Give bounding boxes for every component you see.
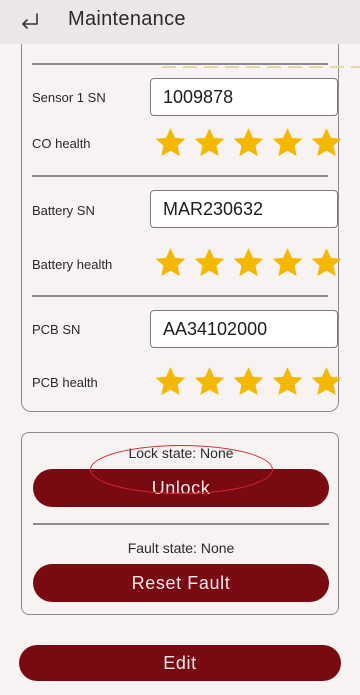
app-header: Maintenance [0, 0, 360, 44]
divider [33, 523, 329, 525]
star-icon [155, 128, 186, 157]
reset-fault-button[interactable]: Reset Fault [33, 564, 329, 602]
star-icon [233, 367, 264, 396]
battery-health-rating [154, 246, 343, 279]
page-title: Maintenance [68, 8, 186, 30]
battery-health-label: Battery health [32, 257, 113, 272]
battery-sn-label: Battery SN [32, 203, 95, 218]
divider [32, 175, 328, 177]
sensor1-sn-field[interactable]: 1009878 [150, 78, 338, 116]
star-icon [272, 367, 303, 396]
lock-fault-panel: Lock state: None Unlock Fault state: Non… [21, 432, 339, 615]
lock-state-text: Lock state: None [128, 445, 234, 461]
star-icon [272, 248, 303, 277]
star-icon [311, 248, 342, 277]
back-arrow-icon[interactable] [18, 10, 42, 34]
star-icon [233, 248, 264, 277]
pcb-sn-label: PCB SN [32, 322, 81, 337]
device-info-card: Sensor 1 SN 1009878 CO health Battery SN… [21, 24, 360, 412]
co-health-rating [154, 126, 343, 159]
star-icon [194, 367, 225, 396]
star-icon [311, 367, 342, 396]
battery-sn-field[interactable]: MAR230632 [150, 190, 338, 228]
co-health-label: CO health [32, 136, 91, 151]
pcb-health-rating [154, 365, 343, 398]
fault-state-text: Fault state: None [127, 540, 235, 556]
unlock-button[interactable]: Unlock [33, 469, 329, 507]
sensor1-sn-label: Sensor 1 SN [32, 90, 106, 105]
star-icon [194, 248, 225, 277]
star-icon [233, 128, 264, 157]
partial-stars-row [162, 66, 360, 68]
star-icon [155, 248, 186, 277]
star-icon [311, 128, 342, 157]
star-icon [194, 128, 225, 157]
edit-button[interactable]: Edit [19, 645, 341, 681]
pcb-health-label: PCB health [32, 375, 98, 390]
divider [32, 63, 328, 65]
star-icon [272, 128, 303, 157]
star-icon [155, 367, 186, 396]
pcb-sn-field[interactable]: AA34102000 [150, 310, 338, 348]
divider [32, 295, 328, 297]
